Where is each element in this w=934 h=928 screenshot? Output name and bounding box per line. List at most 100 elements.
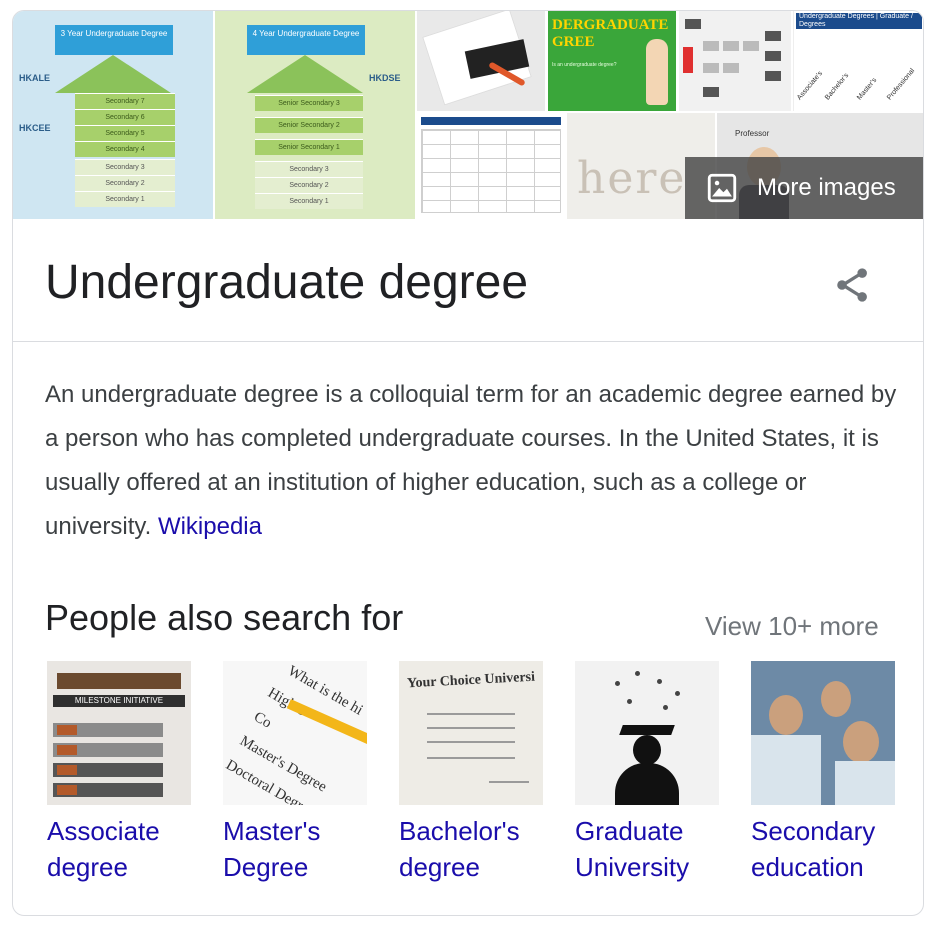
related-label[interactable]: Secondary education [751,813,897,885]
divider [13,341,923,342]
image-icon [707,173,737,203]
diagonal-label: Professional [886,67,917,102]
entity-description: An undergraduate degree is a colloquial … [45,373,897,549]
entity-title: Undergraduate degree [45,256,529,309]
line-shape [427,727,515,729]
image-tile-diploma-cap[interactable] [417,11,545,111]
tile-bar: Secondary 3 [75,159,175,175]
figure-shape [646,39,668,105]
side-label: HKCEE [19,123,51,133]
share-icon [837,268,867,302]
image-tile-3-year-degree[interactable]: 3 Year Undergraduate Degree HKALE HKCEE … [13,11,213,219]
image-tile-slide[interactable]: DERGRADUATE GREE Is an undergraduate degr… [548,11,676,111]
key-shape [765,51,781,61]
key-shape [703,41,719,51]
dot-shape [657,679,662,684]
kid-shape [843,721,879,763]
image-tile-table[interactable] [417,113,565,219]
thumb-text: Your Choice Universi [406,669,536,692]
related-item-graduate-university[interactable]: Graduate University [575,661,721,885]
tile-bar: Senior Secondary 3 [255,95,363,111]
tile-bar: Secondary 5 [75,125,175,141]
thumb-line: Co [251,709,275,732]
body-shape [615,763,679,805]
table-header-shape [421,117,561,125]
people-also-search-heading: People also search for [45,597,404,638]
related-item-associate-degree[interactable]: MILESTONE INITIATIVE Associate degree [47,661,193,885]
related-label[interactable]: Master's Degree [223,813,369,885]
share-button[interactable] [831,263,875,307]
related-item-bachelors-degree[interactable]: Your Choice Universi Bachelor's degree [399,661,545,885]
dot-shape [675,691,680,696]
view-more-link[interactable]: View 10+ more [705,611,879,642]
image-tile-degree-chart[interactable]: Undergraduate Degrees | Graduate / Degre… [793,11,923,111]
shirt-shape [835,761,895,805]
key-shape [765,71,781,81]
shirt-shape [751,735,821,805]
key-shape [743,41,759,51]
step-shape [53,763,163,777]
wikipedia-link[interactable]: Wikipedia [158,513,262,540]
tile-bar: Secondary 6 [75,109,175,125]
tile-bar: Secondary 4 [75,141,175,157]
side-label: HKDSE [369,73,401,83]
banner-shape [57,673,181,689]
tile-bar: Secondary 1 [75,191,175,207]
table-grid-shape [421,129,561,213]
tile-bar: Secondary 2 [255,177,363,193]
related-item-secondary-education[interactable]: Secondary education [751,661,897,885]
more-images-label: More images [757,174,896,201]
key-shape [703,63,719,73]
image-tile-4-year-degree[interactable]: 4 Year Undergraduate Degree HKDSE Senior… [215,11,415,219]
key-shape [703,87,719,97]
head-shape [633,735,661,765]
thumb-text: MILESTONE INITIATIVE [53,695,185,707]
key-shape [685,19,701,29]
slide-body: Is an undergraduate degree? [552,62,617,68]
line-shape [427,757,515,759]
tile-bar: Senior Secondary 1 [255,139,363,155]
step-shape [53,723,163,737]
tile-bar: Secondary 3 [255,161,363,177]
step-shape [53,743,163,757]
tile-bar: Secondary 2 [75,175,175,191]
line-shape [427,713,515,715]
more-images-button[interactable]: More images [685,157,923,219]
key-shape [765,31,781,41]
side-label: HKALE [19,73,50,83]
tile-bar: Secondary 1 [255,193,363,209]
line-shape [427,741,515,743]
red-block [683,47,693,73]
knowledge-panel: 3 Year Undergraduate Degree HKALE HKCEE … [12,10,924,916]
dot-shape [635,671,640,676]
diagonal-label: Master's [856,76,879,102]
step-shape [53,783,163,797]
related-item-masters-degree[interactable]: What is the hi High S Co Master's Degree… [223,661,369,885]
related-thumbnail[interactable] [575,661,719,805]
tile-bar: Secondary 7 [75,93,175,109]
related-thumbnail[interactable]: MILESTONE INITIATIVE [47,661,191,805]
kid-shape [769,695,803,735]
diagonal-label: Bachelor's [824,72,851,102]
image-tile-keyboard[interactable] [679,11,791,111]
dot-shape [663,705,668,710]
related-label[interactable]: Graduate University [575,813,721,885]
related-label[interactable]: Bachelor's degree [399,813,545,885]
arrow-shape [247,55,363,93]
chart-header: Undergraduate Degrees | Graduate / Degre… [796,13,922,29]
related-label[interactable]: Associate degree [47,813,193,885]
tile-bar: Senior Secondary 2 [255,117,363,133]
image-strip[interactable]: 3 Year Undergraduate Degree HKALE HKCEE … [13,11,923,219]
dot-shape [615,681,620,686]
arrow-shape [55,55,171,93]
tile-caption: 4 Year Undergraduate Degree [247,25,365,55]
handwriting-text: here [577,153,687,204]
related-thumbnail[interactable]: Your Choice Universi [399,661,543,805]
key-shape [723,41,739,51]
professor-caption: Professor [735,129,770,138]
cap-shape [619,725,675,735]
related-thumbnail[interactable] [751,661,895,805]
related-thumbnail[interactable]: What is the hi High S Co Master's Degree… [223,661,367,805]
kid-shape [821,681,851,717]
line-shape [489,781,529,783]
